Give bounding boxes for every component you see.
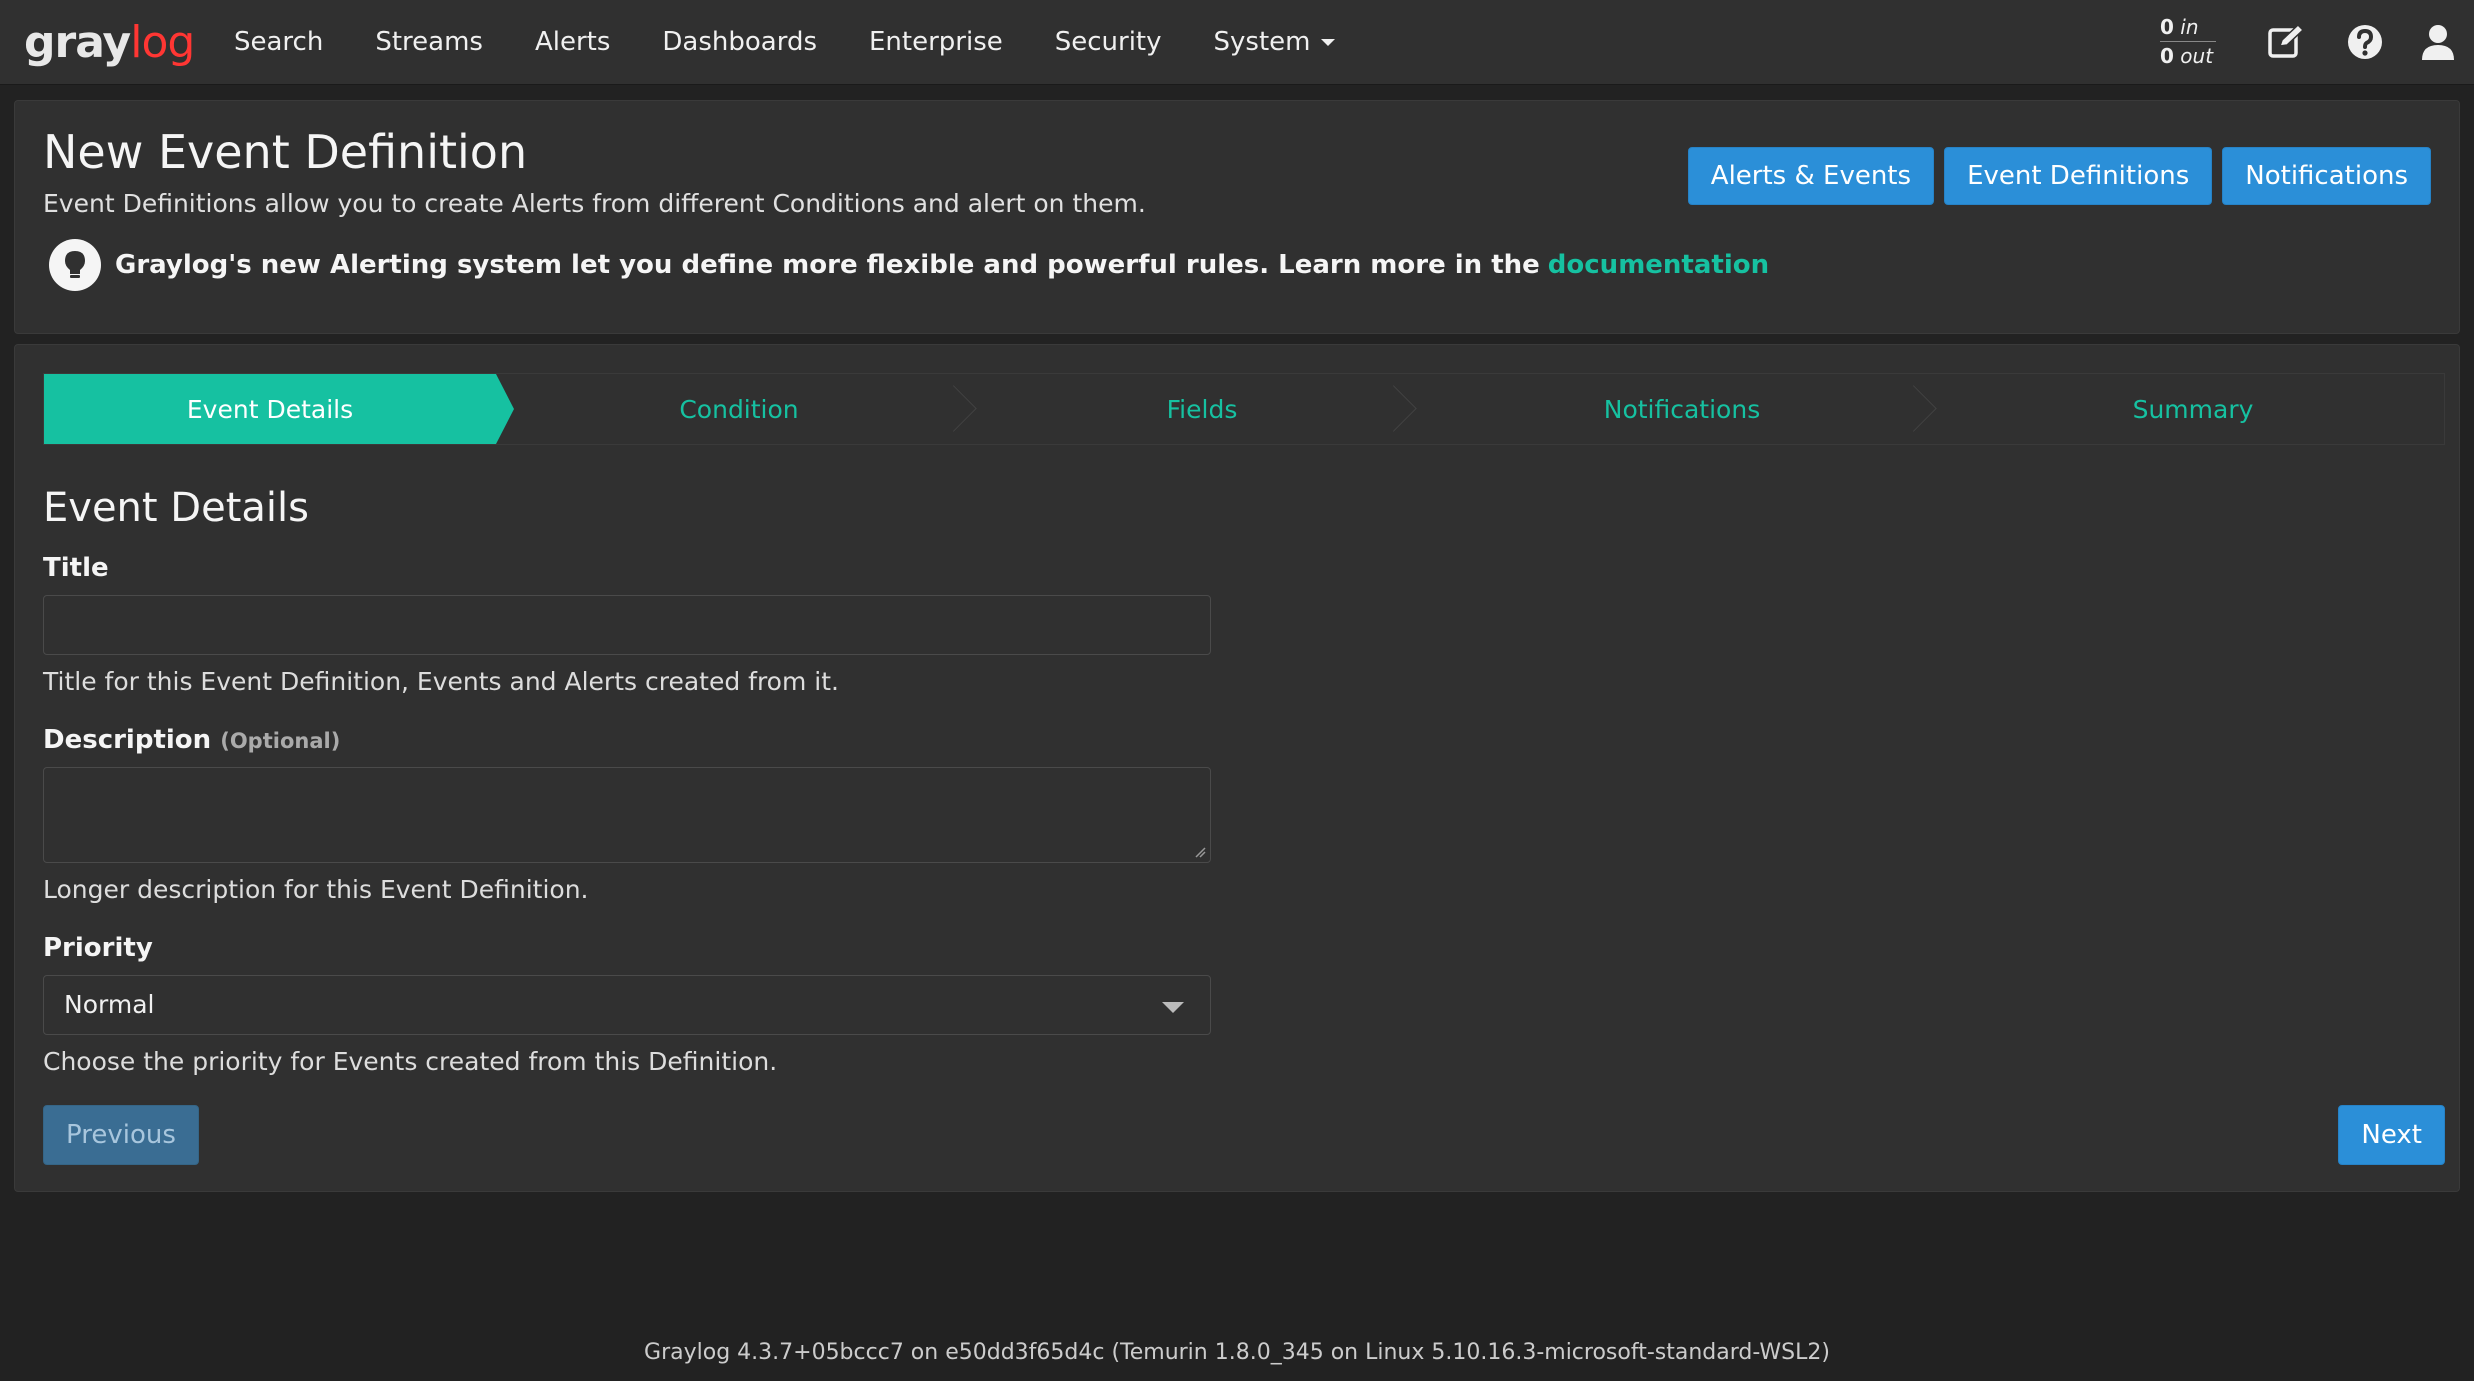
nav-item-security[interactable]: Security (1055, 27, 1162, 57)
footer-version-info: Graylog 4.3.7+05bccc7 on e50dd3f65d4c (T… (644, 1340, 1830, 1365)
wizard-step-label: Summary (2132, 394, 2254, 424)
page-header-panel: New Event Definition Event Definitions a… (14, 100, 2460, 334)
header-button-group: Alerts & Events Event Definitions Notifi… (1687, 147, 2431, 205)
throughput-in-count: 0 (2160, 15, 2174, 39)
description-help-text: Longer description for this Event Defini… (43, 875, 589, 904)
nav-item-dashboards[interactable]: Dashboards (662, 27, 817, 57)
wizard-step-label: Event Details (186, 394, 354, 424)
resize-handle-icon[interactable] (1194, 846, 1206, 858)
throughput-out-label: out (2180, 44, 2214, 68)
nav-item-search[interactable]: Search (234, 27, 323, 57)
nav-menu: Search Streams Alerts Dashboards Enterpr… (234, 0, 1387, 84)
wizard-step-summary[interactable]: Summary (1942, 374, 2444, 444)
next-button[interactable]: Next (2338, 1105, 2445, 1165)
event-definition-form-panel: Event Details Condition Fields Notificat… (14, 344, 2460, 1192)
nav-item-enterprise[interactable]: Enterprise (869, 27, 1003, 57)
logo-log-text: log (130, 16, 195, 68)
title-help-text: Title for this Event Definition, Events … (43, 667, 839, 696)
throughput-counter[interactable]: 0 in 0 out (2160, 14, 2216, 69)
throughput-out: 0 out (2160, 43, 2216, 69)
documentation-link[interactable]: documentation (1548, 250, 1769, 280)
edit-icon[interactable] (2266, 22, 2306, 62)
help-icon[interactable] (2345, 22, 2385, 62)
wizard-step-notifications[interactable]: Notifications (1422, 374, 1942, 444)
nav-item-system[interactable]: System (1214, 27, 1335, 57)
throughput-out-count: 0 (2160, 44, 2174, 68)
throughput-in-label: in (2180, 15, 2199, 39)
throughput-divider (2160, 41, 2216, 42)
lightbulb-icon (49, 239, 101, 291)
wizard-step-event-details[interactable]: Event Details (44, 374, 514, 444)
nav-item-alerts[interactable]: Alerts (535, 27, 610, 57)
alerting-tip: Graylog's new Alerting system let you de… (49, 239, 1769, 291)
description-label-text: Description (43, 725, 212, 755)
wizard-step-label: Fields (1166, 394, 1238, 424)
tip-text: Graylog's new Alerting system let you de… (115, 250, 1540, 280)
priority-selected-value: Normal (64, 990, 155, 1019)
description-label: Description (Optional) (43, 725, 340, 755)
alerts-events-button[interactable]: Alerts & Events (1687, 147, 1935, 205)
throughput-in: 0 in (2160, 14, 2216, 40)
user-icon[interactable] (2418, 22, 2458, 62)
description-textarea[interactable] (43, 767, 1211, 863)
wizard-step-label: Condition (679, 394, 799, 424)
notifications-button[interactable]: Notifications (2222, 147, 2431, 205)
top-navbar: gray log Search Streams Alerts Dashboards… (0, 0, 2474, 85)
wizard-steps: Event Details Condition Fields Notificat… (43, 373, 2445, 445)
title-label: Title (43, 553, 109, 583)
chevron-down-icon (1320, 39, 1335, 46)
nav-item-streams[interactable]: Streams (375, 27, 483, 57)
wizard-step-condition[interactable]: Condition (496, 374, 982, 444)
priority-help-text: Choose the priority for Events created f… (43, 1047, 778, 1076)
chevron-down-icon (1162, 1002, 1184, 1013)
optional-tag: (Optional) (220, 729, 341, 753)
page-description: Event Definitions allow you to create Al… (43, 189, 1146, 218)
logo-gray-text: gray (24, 16, 131, 68)
wizard-step-label: Notifications (1603, 394, 1761, 424)
priority-select[interactable]: Normal (43, 975, 1211, 1035)
nav-item-system-label: System (1213, 27, 1311, 57)
title-input[interactable] (43, 595, 1211, 655)
graylog-logo[interactable]: gray log (24, 17, 200, 68)
section-title: Event Details (43, 485, 309, 531)
page-title: New Event Definition (43, 125, 528, 179)
previous-button[interactable]: Previous (43, 1105, 199, 1165)
priority-label: Priority (43, 933, 153, 963)
wizard-step-fields[interactable]: Fields (982, 374, 1422, 444)
event-definitions-button[interactable]: Event Definitions (1944, 147, 2213, 205)
